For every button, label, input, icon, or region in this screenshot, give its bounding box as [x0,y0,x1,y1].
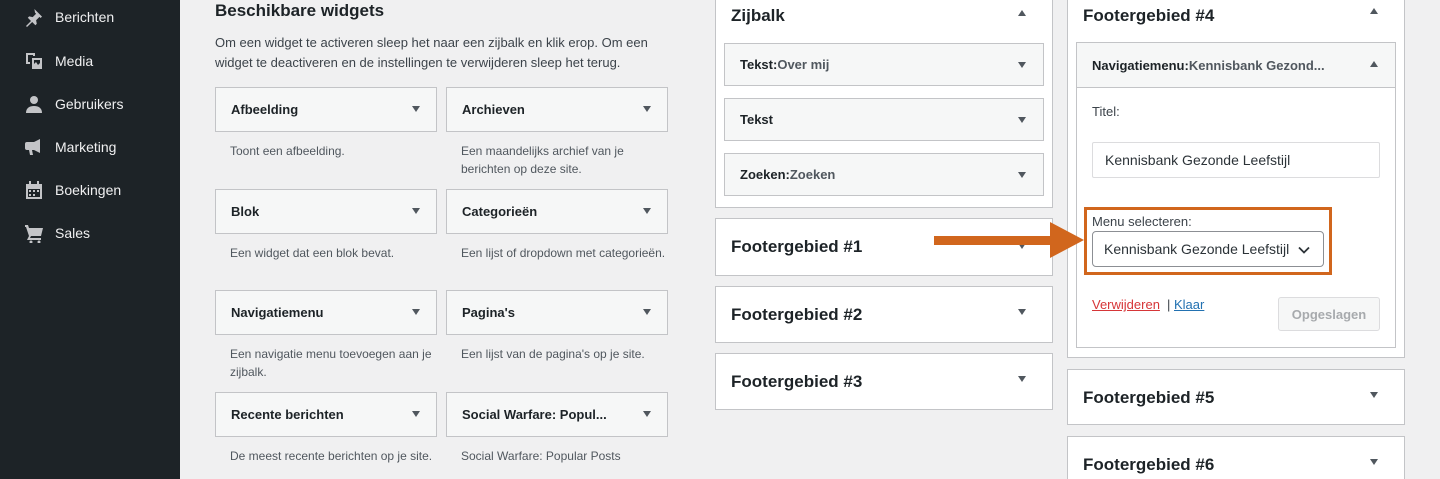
sidebar-area-footer-3[interactable]: Footergebied #3 [715,353,1053,410]
area-title: Footergebied #2 [731,305,863,324]
sidebar-item-label: Marketing [55,139,117,155]
widget-description: Een widget dat een blok bevat. [230,246,395,260]
widget-description: Een navigatie menu toevoegen aan je zijb… [230,347,432,379]
collapse-arrow-icon[interactable] [1370,8,1378,14]
placed-widget[interactable]: Zoeken: Zoeken [724,153,1044,196]
cart-icon [23,222,45,244]
expand-arrow-icon[interactable] [412,411,420,417]
pin-icon [23,6,45,28]
sidebar-item-media[interactable]: Media [0,43,180,79]
widget-recente-berichten[interactable]: Recente berichten [215,392,437,437]
menu-select[interactable]: Kennisbank Gezonde Leefstijl [1092,231,1324,267]
widget-description: Een lijst of dropdown met categorieën. [461,246,666,260]
annotation-arrow-shaft [934,236,1052,245]
expanded-widget-header[interactable]: Navigatiemenu: Kennisbank Gezond... [1076,42,1396,88]
placed-widget[interactable]: Tekst: Over mij [724,43,1044,86]
widget-archieven[interactable]: Archieven [446,87,668,132]
widget-description: De meest recente berichten op je site. [230,449,433,463]
area-title: Footergebied #1 [731,237,863,256]
sidebar-item-label: Sales [55,225,91,241]
expand-arrow-icon[interactable] [412,208,420,214]
expand-arrow-icon[interactable] [1370,459,1378,465]
expand-arrow-icon[interactable] [1018,117,1026,123]
area-title: Footergebied #4 [1083,6,1215,25]
area-title: Footergebied #5 [1083,388,1215,407]
expand-arrow-icon[interactable] [643,208,651,214]
link-divider: | [1167,297,1171,312]
sidebar-item-label: Gebruikers [55,96,124,112]
done-link[interactable]: Klaar [1174,297,1204,312]
sidebar-item-boekingen[interactable]: Boekingen [0,172,180,208]
user-icon [23,93,45,115]
area-title: Zijbalk [731,6,785,25]
expand-arrow-icon[interactable] [1370,392,1378,398]
admin-sidebar: Berichten Media Gebruikers Marketing Boe… [0,0,180,479]
expand-arrow-icon[interactable] [643,309,651,315]
widget-description: Toont een afbeelding. [230,144,345,158]
calendar-icon [23,179,45,201]
area-title: Footergebied #3 [731,372,863,391]
sidebar-item-label: Berichten [55,9,115,25]
sidebar-item-marketing[interactable]: Marketing [0,129,180,165]
sidebar-area-footer-1[interactable]: Footergebied #1 [715,218,1053,276]
annotation-arrow-icon [1050,222,1084,258]
widget-categorieen[interactable]: Categorieën [446,189,668,234]
expand-arrow-icon[interactable] [1018,376,1026,382]
sidebar-item-label: Media [55,53,94,69]
collapse-arrow-icon[interactable] [1370,61,1378,67]
saved-button[interactable]: Opgeslagen [1278,297,1380,331]
megaphone-icon [23,136,45,158]
widget-description: Social Warfare: Popular Posts [461,449,621,463]
widget-afbeelding[interactable]: Afbeelding [215,87,437,132]
sidebar-item-sales[interactable]: Sales [0,215,180,251]
title-label: Titel: [1092,104,1120,119]
sidebar-item-gebruikers[interactable]: Gebruikers [0,86,180,122]
available-widgets-title: Beschikbare widgets [215,1,385,20]
area-title: Footergebied #6 [1083,455,1215,474]
widget-paginas[interactable]: Pagina's [446,290,668,335]
sidebar-area-footer-6[interactable]: Footergebied #6 [1067,436,1405,479]
expand-arrow-icon[interactable] [412,309,420,315]
expand-arrow-icon[interactable] [1018,309,1026,315]
chevron-down-icon [1298,246,1310,254]
expand-arrow-icon[interactable] [1018,172,1026,178]
sidebar-area-zijbalk: Zijbalk Tekst: Over mij Tekst Zoeken: Zo… [715,0,1053,208]
collapse-arrow-icon[interactable] [1018,10,1026,16]
expand-arrow-icon[interactable] [643,106,651,112]
sidebar-item-berichten[interactable]: Berichten [0,0,180,35]
sidebar-area-footer-2[interactable]: Footergebied #2 [715,286,1053,343]
widget-navigatiemenu[interactable]: Navigatiemenu [215,290,437,335]
widget-description: Een maandelijks archief van je berichten… [461,144,624,176]
sidebar-item-label: Boekingen [55,182,122,198]
widget-social-warfare[interactable]: Social Warfare: Popul... [446,392,668,437]
delete-link[interactable]: Verwijderen [1092,297,1160,312]
widget-blok[interactable]: Blok [215,189,437,234]
expand-arrow-icon[interactable] [412,106,420,112]
placed-widget[interactable]: Tekst [724,98,1044,141]
available-widgets-description: Om een widget te activeren sleep het naa… [215,35,648,70]
sidebar-area-footer-5[interactable]: Footergebied #5 [1067,369,1405,425]
media-icon [23,50,45,72]
expand-arrow-icon[interactable] [643,411,651,417]
title-input[interactable] [1092,142,1380,178]
expand-arrow-icon[interactable] [1018,62,1026,68]
widget-description: Een lijst van de pagina's op je site. [461,347,645,361]
